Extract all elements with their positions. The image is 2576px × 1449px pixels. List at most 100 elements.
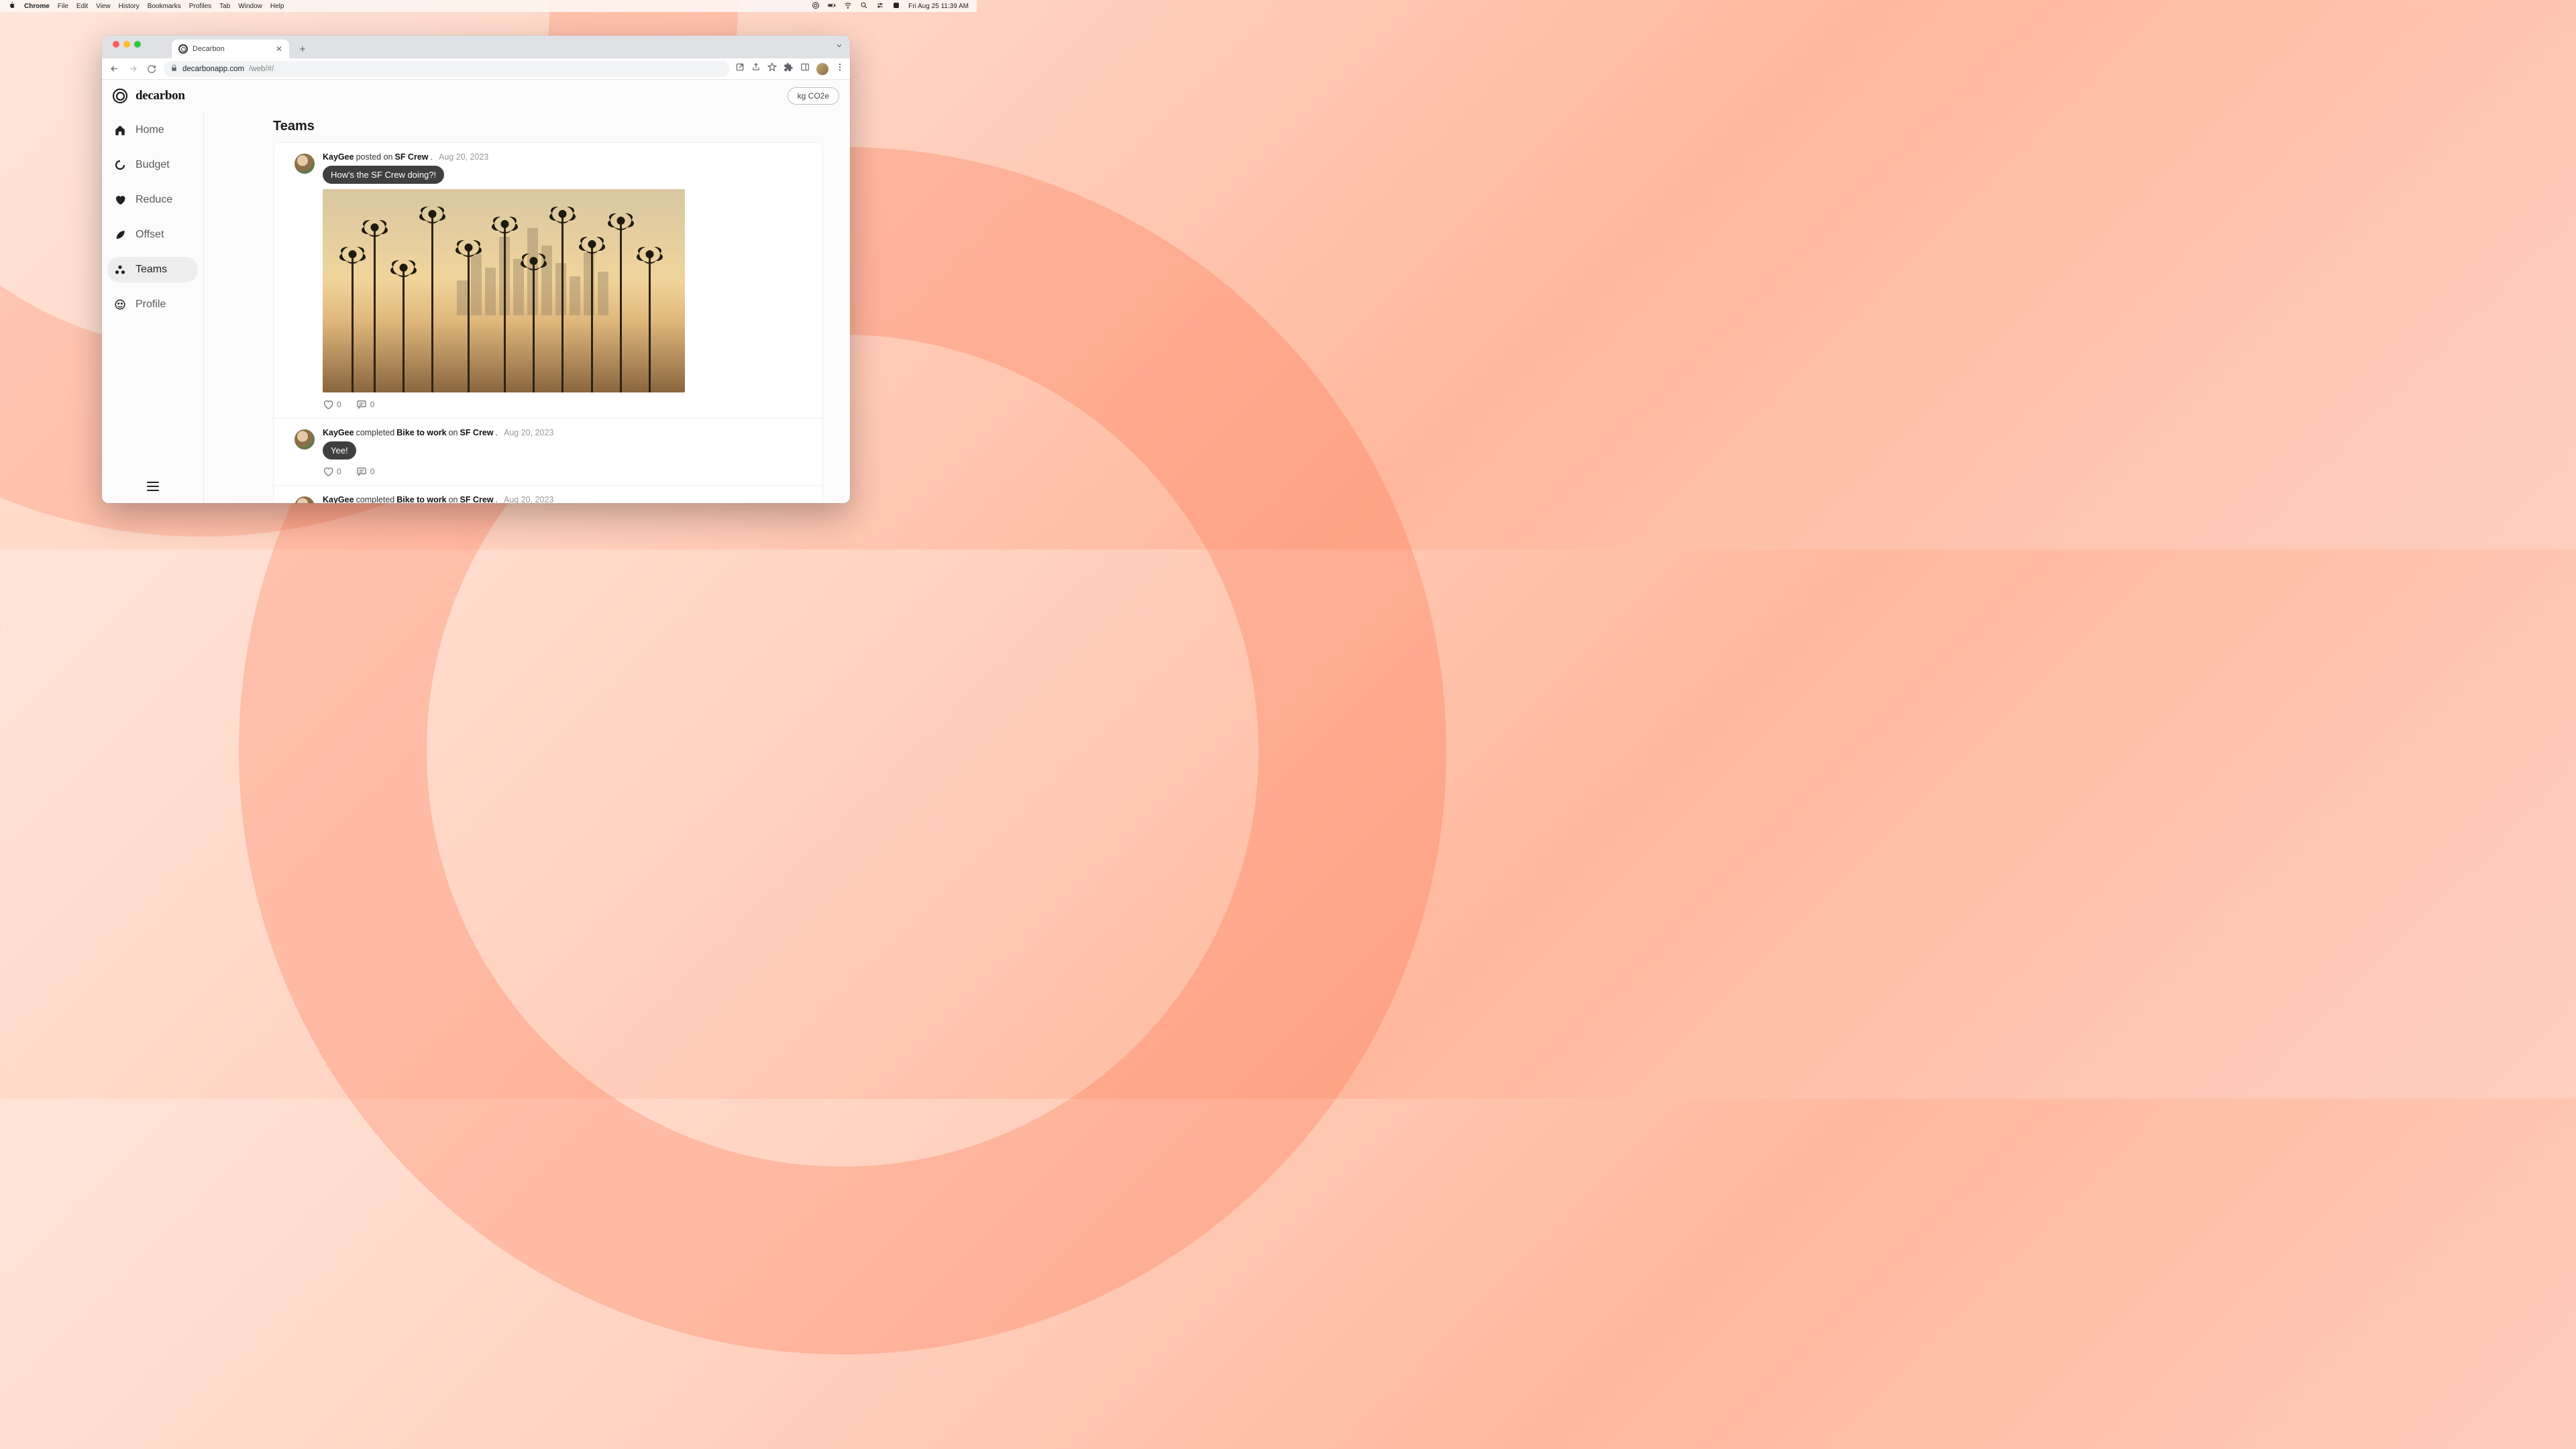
window-maximize-button[interactable]: [134, 41, 141, 48]
window-minimize-button[interactable]: [123, 41, 130, 48]
sidebar-item-label: Teams: [136, 264, 167, 276]
post-headline: KayGee completed Bike to work on SF Crew…: [323, 428, 810, 437]
menu-view[interactable]: View: [96, 3, 111, 10]
sidebar-item-label: Offset: [136, 229, 164, 241]
post-message: Yee!: [323, 441, 356, 460]
feed-post: KayGee completed Bike to work on SF Crew…: [274, 486, 822, 503]
sidebar-item-teams[interactable]: Teams: [107, 257, 198, 282]
post-author[interactable]: KayGee: [323, 495, 354, 503]
like-button[interactable]: 0: [323, 466, 341, 477]
post-date: Aug 20, 2023: [504, 428, 553, 437]
sidebar-item-home[interactable]: Home: [107, 117, 198, 143]
battery-icon[interactable]: [828, 1, 836, 11]
menu-history[interactable]: History: [119, 3, 140, 10]
app-root: decarbon kg CO2e Home Budget Reduce: [102, 80, 850, 503]
url-field[interactable]: decarbonapp.com/web/#/: [164, 61, 730, 77]
sidepanel-icon[interactable]: [800, 62, 810, 75]
nav-reload-button[interactable]: [145, 62, 158, 76]
home-icon: [114, 124, 126, 136]
sidebar-item-profile[interactable]: Profile: [107, 292, 198, 317]
post-author[interactable]: KayGee: [323, 152, 354, 162]
feed-card: KayGee posted on SF Crew. Aug 20, 2023 H…: [274, 142, 823, 503]
comment-count: 0: [370, 467, 375, 476]
menu-file[interactable]: File: [58, 3, 68, 10]
apple-menu-icon[interactable]: [8, 1, 16, 11]
menu-window[interactable]: Window: [238, 3, 262, 10]
extensions-icon[interactable]: [784, 62, 794, 76]
tab-favicon: [178, 44, 188, 54]
nav-back-button[interactable]: [107, 62, 121, 76]
new-tab-button[interactable]: +: [294, 41, 311, 57]
profile-icon: [114, 299, 126, 311]
menu-edit[interactable]: Edit: [76, 3, 88, 10]
url-domain: decarbonapp.com: [182, 65, 244, 73]
nav-forward-button[interactable]: [126, 62, 140, 76]
sidebar-item-label: Profile: [136, 299, 166, 311]
like-count: 0: [337, 400, 341, 409]
menubar-clock[interactable]: Fri Aug 25 11:39 AM: [908, 3, 969, 10]
tab-strip: Decarbon ✕ +: [102, 36, 850, 58]
browser-menu-icon[interactable]: [835, 62, 845, 75]
bookmark-star-icon[interactable]: [767, 62, 777, 75]
post-headline: KayGee posted on SF Crew. Aug 20, 2023: [323, 152, 810, 162]
post-date: Aug 20, 2023: [439, 152, 488, 162]
macos-menubar: Chrome File Edit View History Bookmarks …: [0, 0, 977, 12]
sidebar-item-budget[interactable]: Budget: [107, 152, 198, 178]
share-icon[interactable]: [751, 62, 761, 75]
menu-tab[interactable]: Tab: [219, 3, 230, 10]
wifi-icon[interactable]: [844, 1, 852, 11]
leaf-icon: [114, 229, 126, 241]
budget-icon: [114, 159, 126, 171]
unit-pill[interactable]: kg CO2e: [788, 87, 839, 105]
post-author[interactable]: KayGee: [323, 428, 354, 437]
menubar-app-name[interactable]: Chrome: [24, 3, 50, 10]
menu-help[interactable]: Help: [270, 3, 284, 10]
menu-bookmarks[interactable]: Bookmarks: [148, 3, 181, 10]
comment-button[interactable]: 0: [356, 466, 375, 477]
sidebar: Home Budget Reduce Offset Teams: [102, 112, 204, 503]
sidebar-item-label: Home: [136, 124, 164, 136]
address-bar: decarbonapp.com/web/#/: [102, 58, 850, 80]
like-count: 0: [337, 467, 341, 476]
avatar[interactable]: [294, 496, 315, 503]
post-activity[interactable]: Bike to work: [396, 428, 446, 437]
avatar[interactable]: [294, 429, 315, 449]
page-title: Teams: [273, 119, 823, 134]
siri-icon[interactable]: [892, 1, 900, 11]
control-center-icon[interactable]: [876, 1, 884, 11]
hamburger-menu-icon[interactable]: [147, 482, 159, 491]
post-team[interactable]: SF Crew: [460, 495, 493, 503]
open-external-icon[interactable]: [735, 62, 745, 75]
post-image[interactable]: [323, 189, 685, 392]
post-team[interactable]: SF Crew: [460, 428, 493, 437]
post-message: How's the SF Crew doing?!: [323, 166, 444, 184]
like-button[interactable]: 0: [323, 399, 341, 410]
sidebar-item-reduce[interactable]: Reduce: [107, 187, 198, 213]
tab-close-icon[interactable]: ✕: [276, 44, 282, 54]
sidebar-item-offset[interactable]: Offset: [107, 222, 198, 248]
status-icon[interactable]: [812, 1, 820, 11]
post-headline: KayGee completed Bike to work on SF Crew…: [323, 495, 810, 503]
feed-post: KayGee completed Bike to work on SF Crew…: [274, 419, 822, 486]
comment-button[interactable]: 0: [356, 399, 375, 410]
tab-title: Decarbon: [193, 45, 225, 53]
app-header: decarbon kg CO2e: [102, 80, 850, 112]
window-close-button[interactable]: [113, 41, 119, 48]
profile-avatar-icon[interactable]: [816, 63, 828, 75]
brand-logo-icon: [113, 89, 127, 103]
browser-window: Decarbon ✕ + decarbonapp.com/web/#/: [102, 36, 850, 503]
spotlight-icon[interactable]: [860, 1, 868, 11]
post-team[interactable]: SF Crew: [394, 152, 428, 162]
feed-post: KayGee posted on SF Crew. Aug 20, 2023 H…: [274, 143, 822, 419]
url-path: /web/#/: [249, 65, 274, 73]
tabs-dropdown-icon[interactable]: [835, 41, 843, 53]
heart-icon: [114, 194, 126, 206]
post-date: Aug 20, 2023: [504, 495, 553, 503]
browser-tab[interactable]: Decarbon ✕: [172, 40, 289, 58]
post-activity[interactable]: Bike to work: [396, 495, 446, 503]
lock-icon: [170, 64, 178, 74]
menu-profiles[interactable]: Profiles: [189, 3, 211, 10]
sidebar-item-label: Budget: [136, 159, 170, 171]
comment-count: 0: [370, 400, 375, 409]
avatar[interactable]: [294, 154, 315, 174]
